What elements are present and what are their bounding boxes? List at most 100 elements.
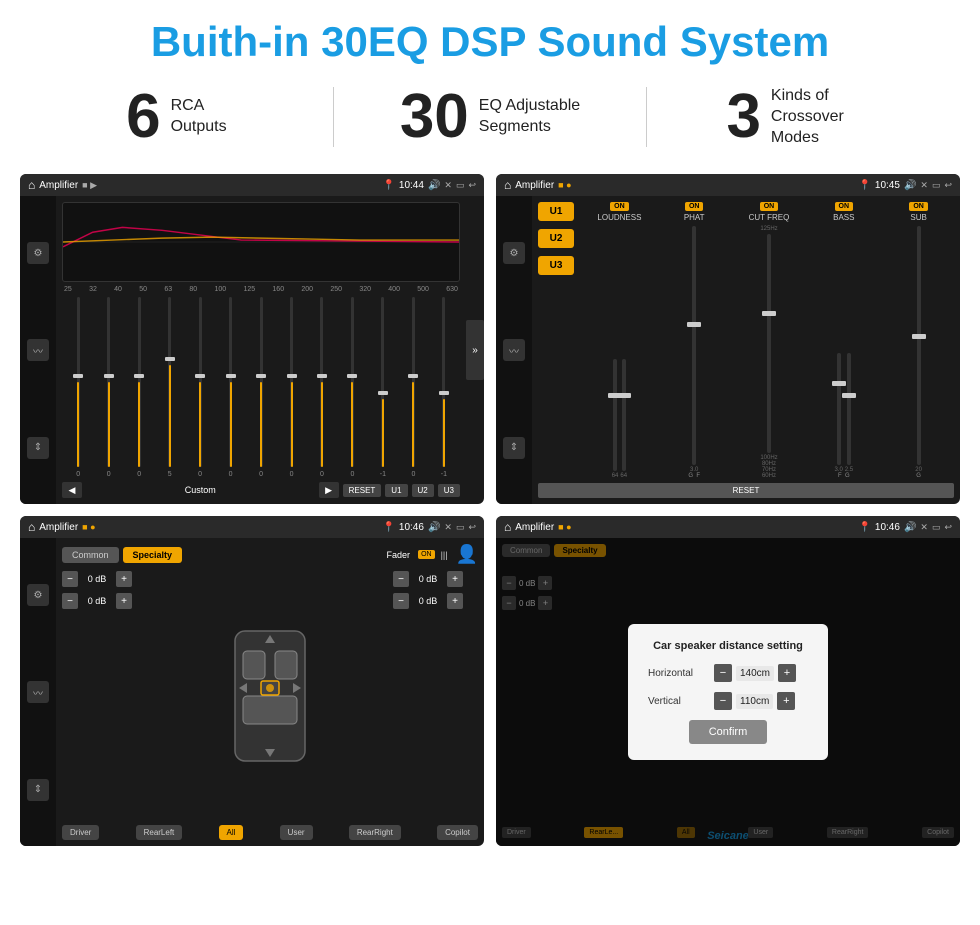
dlg-home-icon[interactable]: ⌂: [504, 520, 511, 534]
amp-main: U1 U2 U3 ON LOUDNESS: [532, 196, 960, 504]
db-bottom-right-plus[interactable]: +: [447, 593, 463, 609]
amp-home-icon[interactable]: ⌂: [504, 178, 511, 192]
amp-rect-icon[interactable]: ▭: [932, 180, 941, 191]
eq-icon-2[interactable]: 〰: [27, 339, 49, 361]
amp-icon-3[interactable]: ⇕: [503, 437, 525, 459]
stat-divider-2: [646, 87, 647, 147]
dlg-back-icon[interactable]: ↩: [944, 522, 952, 533]
eq-expand-btn[interactable]: »: [466, 320, 484, 380]
spk-all-btn[interactable]: All: [219, 825, 244, 840]
amp-reset-btn[interactable]: RESET: [538, 483, 954, 498]
confirm-button[interactable]: Confirm: [689, 720, 768, 744]
amp-u1-btn[interactable]: U1: [538, 202, 574, 221]
spk-driver-btn[interactable]: Driver: [62, 825, 99, 840]
dialog-horizontal-label: Horizontal: [648, 668, 708, 679]
db-bottom-left-plus[interactable]: +: [116, 593, 132, 609]
amp-u3-btn[interactable]: U3: [538, 256, 574, 275]
eq-slider-1: 0: [64, 297, 92, 478]
eq-pin-icon: 📍: [382, 180, 394, 191]
eq-prev-btn[interactable]: ◀: [62, 482, 82, 498]
dialog-title: Car speaker distance setting: [648, 640, 808, 652]
eq-time: 10:44: [399, 180, 424, 191]
eq-sidebar: ⚙ 〰 ⇕: [20, 196, 56, 504]
eq-slider-9: 0: [308, 297, 336, 478]
eq-icon-1[interactable]: ⚙: [27, 242, 49, 264]
db-bottom-right-minus[interactable]: −: [393, 593, 409, 609]
amp-sub-label: SUB: [910, 213, 926, 222]
dlg-dot-icons: ■ ●: [558, 522, 571, 532]
amp-icon-2[interactable]: 〰: [503, 339, 525, 361]
spk-app-name: Amplifier: [39, 522, 78, 533]
eq-slider-13: -1: [430, 297, 458, 478]
eq-screen: ⌂ Amplifier ■ ▶ 📍 10:44 🔊 ✕ ▭ ↩ ⚙ 〰 ⇕: [20, 174, 484, 504]
spk-specialty-tab[interactable]: Specialty: [123, 547, 183, 563]
dlg-pin-icon: 📍: [858, 522, 870, 533]
amp-dot-icons: ■ ●: [558, 180, 571, 190]
eq-u2-btn[interactable]: U2: [412, 484, 434, 497]
dlg-rect-icon[interactable]: ▭: [932, 522, 941, 533]
amp-phat: ON PHAT 3.0 G F: [659, 202, 730, 479]
spk-x-icon[interactable]: ✕: [444, 522, 452, 533]
amp-u2-btn[interactable]: U2: [538, 229, 574, 248]
eq-home-icon[interactable]: ⌂: [28, 178, 35, 192]
spk-user-btn[interactable]: User: [280, 825, 313, 840]
dialog-horizontal-ctrl: − 140cm +: [714, 664, 796, 682]
horizontal-plus-btn[interactable]: +: [778, 664, 796, 682]
eq-sliders: 0 0 0 5: [62, 297, 460, 478]
amp-cutfreq-on: ON: [760, 202, 779, 211]
spk-icon-2[interactable]: 〰: [27, 681, 49, 703]
db-bottom-left: − 0 dB +: [62, 593, 147, 609]
amp-bass-on: ON: [835, 202, 854, 211]
spk-back-icon[interactable]: ↩: [468, 522, 476, 533]
spk-icon-1[interactable]: ⚙: [27, 584, 49, 606]
amp-content: ⚙ 〰 ⇕ U1 U2 U3: [496, 196, 960, 504]
spk-rearright-btn[interactable]: RearRight: [349, 825, 401, 840]
db-top-left-minus[interactable]: −: [62, 571, 78, 587]
stat-crossover-label: Kinds ofCrossover Modes: [771, 86, 881, 148]
spk-icon-3[interactable]: ⇕: [27, 779, 49, 801]
eq-x-icon[interactable]: ✕: [444, 180, 452, 191]
spk-rearleft-btn[interactable]: RearLeft: [136, 825, 183, 840]
spk-common-tab[interactable]: Common: [62, 547, 119, 563]
spk-content: ⚙ 〰 ⇕ Common Specialty Fader ON ||| 👤: [20, 538, 484, 846]
horizontal-minus-btn[interactable]: −: [714, 664, 732, 682]
spk-copilot-btn[interactable]: Copilot: [437, 825, 478, 840]
eq-icon-3[interactable]: ⇕: [27, 437, 49, 459]
amp-back-icon[interactable]: ↩: [944, 180, 952, 191]
eq-rect-icon[interactable]: ▭: [456, 180, 465, 191]
db-top-left-value: 0 dB: [82, 574, 112, 584]
stat-eq: 30 EQ AdjustableSegments: [354, 86, 627, 148]
db-top-right-minus[interactable]: −: [393, 571, 409, 587]
eq-back-icon[interactable]: ↩: [468, 180, 476, 191]
spk-home-icon[interactable]: ⌂: [28, 520, 35, 534]
page-title: Buith-in 30EQ DSP Sound System: [0, 18, 980, 66]
eq-slider-3: 0: [125, 297, 153, 478]
eq-u1-btn[interactable]: U1: [385, 484, 407, 497]
db-bottom-left-minus[interactable]: −: [62, 593, 78, 609]
page-wrapper: Buith-in 30EQ DSP Sound System 6 RCAOutp…: [0, 0, 980, 854]
eq-u3-btn[interactable]: U3: [438, 484, 460, 497]
dlg-x-icon[interactable]: ✕: [920, 522, 928, 533]
eq-slider-10: 0: [338, 297, 366, 478]
horizontal-value: 140cm: [736, 666, 774, 681]
spk-vol-icon: 🔊: [428, 522, 440, 533]
eq-reset-btn[interactable]: RESET: [343, 484, 382, 497]
eq-slider-2: 0: [94, 297, 122, 478]
vertical-minus-btn[interactable]: −: [714, 692, 732, 710]
dlg-app-name: Amplifier: [515, 522, 554, 533]
dlg-content: Common Specialty − 0 dB + − 0 dB: [496, 538, 960, 846]
db-top-left-plus[interactable]: +: [116, 571, 132, 587]
eq-next-btn[interactable]: ▶: [319, 482, 339, 498]
amp-x-icon[interactable]: ✕: [920, 180, 928, 191]
fader-on-badge: ON: [418, 550, 435, 559]
vertical-plus-btn[interactable]: +: [777, 692, 795, 710]
amp-icon-1[interactable]: ⚙: [503, 242, 525, 264]
spk-rect-icon[interactable]: ▭: [456, 522, 465, 533]
dialog-vertical-label: Vertical: [648, 696, 708, 707]
eq-slider-12: 0: [399, 297, 427, 478]
dlg-vol-icon: 🔊: [904, 522, 916, 533]
vertical-value: 110cm: [736, 694, 773, 709]
eq-content: ⚙ 〰 ⇕: [20, 196, 484, 504]
spk-time: 10:46: [399, 522, 424, 533]
db-top-right-plus[interactable]: +: [447, 571, 463, 587]
